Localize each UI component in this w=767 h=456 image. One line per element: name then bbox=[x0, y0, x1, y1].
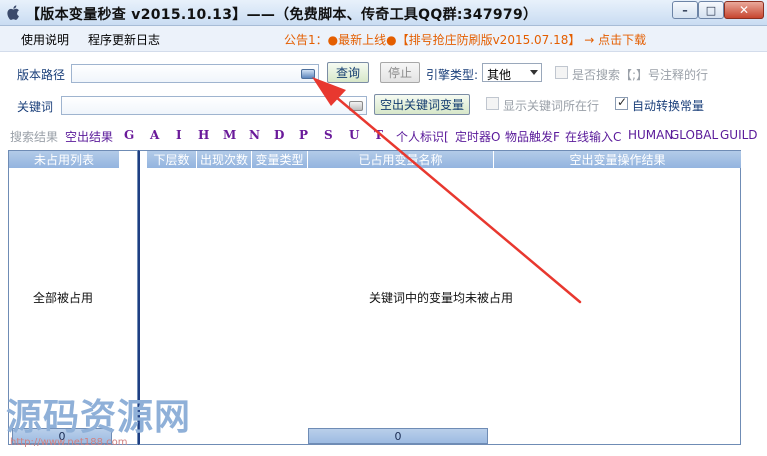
minimize-icon: – bbox=[682, 3, 688, 17]
result-tab-human[interactable]: HUMAN bbox=[628, 128, 673, 142]
result-tab-p[interactable]: P bbox=[299, 128, 308, 142]
column-header-occurrences[interactable]: 出现次数 bbox=[197, 151, 252, 168]
window-title: 【版本变量秒查 v2015.10.13】——（免费脚本、传奇工具QQ群:3479… bbox=[26, 7, 538, 23]
result-tab-m[interactable]: M bbox=[223, 128, 236, 142]
watermark-text: 源码资源网 bbox=[6, 397, 192, 438]
column-header-used-variable-name[interactable]: 已占用变量名称 bbox=[308, 151, 494, 168]
result-tab-d[interactable]: D bbox=[274, 128, 284, 142]
result-tab-t[interactable]: T bbox=[374, 128, 383, 142]
result-tab-n[interactable]: N bbox=[249, 128, 260, 142]
engine-type-value: 其他 bbox=[487, 68, 512, 82]
maximize-button[interactable]: □ bbox=[698, 1, 724, 19]
menu-item-changelog[interactable]: 程序更新日志 bbox=[88, 31, 160, 48]
keyword-input[interactable] bbox=[61, 96, 367, 115]
column-header-variable-type[interactable]: 变量类型 bbox=[252, 151, 308, 168]
close-icon: ✕ bbox=[738, 3, 750, 17]
apple-app-icon bbox=[7, 5, 19, 20]
query-button[interactable]: 查询 bbox=[327, 62, 369, 83]
column-header-layer[interactable]: 下层数 bbox=[147, 151, 197, 168]
search-commented-label: 是否搜索【;】号注释的行 bbox=[572, 68, 709, 82]
result-tab-empty[interactable]: 空出结果 bbox=[65, 128, 113, 145]
search-results-bar: 搜索结果 空出结果 G A I H M N D P S U T 个人标识[ 定时… bbox=[0, 125, 767, 147]
results-count-cell: 0 bbox=[308, 428, 488, 444]
watermark-url: http://www.net188.com bbox=[10, 437, 128, 448]
unused-list-header[interactable]: 未占用列表 bbox=[9, 151, 120, 168]
stop-button[interactable]: 停止 bbox=[380, 62, 420, 83]
result-tab-online-input[interactable]: 在线输入C bbox=[565, 128, 621, 145]
menu-bar: 使用说明 程序更新日志 公告1：●最新上线●【排号抢庄防刷版v2015.07.1… bbox=[0, 26, 767, 52]
minimize-button[interactable]: – bbox=[672, 1, 698, 19]
keyword-label: 关键词 bbox=[17, 100, 54, 114]
maximize-icon: □ bbox=[705, 3, 717, 17]
close-button[interactable]: ✕ bbox=[724, 1, 764, 19]
version-path-label: 版本路径 bbox=[17, 68, 66, 82]
search-commented-checkbox[interactable] bbox=[555, 66, 568, 79]
result-tab-personal-id[interactable]: 个人标识[ bbox=[396, 128, 449, 145]
keyword-browse-button[interactable] bbox=[349, 101, 363, 111]
engine-type-label: 引擎类型: bbox=[426, 68, 479, 82]
results-table-panel[interactable]: 下层数 出现次数 变量类型 已占用变量名称 空出变量操作结果 关键词中的变量均未… bbox=[138, 150, 742, 445]
result-tab-item-trigger[interactable]: 物品触发F bbox=[505, 128, 560, 145]
version-path-input[interactable] bbox=[71, 64, 319, 83]
show-keyword-lines-label: 显示关键词所在行 bbox=[503, 99, 600, 113]
result-tab-s[interactable]: S bbox=[324, 128, 333, 142]
result-tab-u[interactable]: U bbox=[349, 128, 359, 142]
empty-keyword-variables-button[interactable]: 空出关键词变量 bbox=[374, 94, 470, 115]
engine-type-select[interactable]: 其他 bbox=[482, 63, 542, 82]
result-tab-global[interactable]: GLOBAL bbox=[670, 128, 718, 142]
result-tab-timer[interactable]: 定时器O bbox=[455, 128, 500, 145]
result-tab-guild[interactable]: GUILD bbox=[720, 128, 758, 142]
unused-list-empty-message: 全部被占用 bbox=[33, 291, 94, 305]
announcement-link[interactable]: 公告1：●最新上线●【排号抢庄防刷版v2015.07.18】 → 点击下载 bbox=[284, 31, 646, 48]
show-keyword-lines-checkbox[interactable] bbox=[486, 97, 499, 110]
results-empty-message: 关键词中的变量均未被占用 bbox=[369, 291, 514, 305]
chevron-down-icon bbox=[530, 70, 538, 75]
auto-convert-label: 自动转换常量 bbox=[632, 99, 705, 113]
result-tab-i[interactable]: I bbox=[176, 128, 182, 142]
result-tab-a[interactable]: A bbox=[150, 128, 159, 142]
title-bar: 【版本变量秒查 v2015.10.13】——（免费脚本、传奇工具QQ群:3479… bbox=[0, 0, 767, 26]
result-tab-h[interactable]: H bbox=[198, 128, 209, 142]
results-title: 搜索结果 bbox=[10, 130, 59, 144]
result-tab-g[interactable]: G bbox=[124, 128, 134, 142]
column-header-operation-result[interactable]: 空出变量操作结果 bbox=[494, 151, 742, 168]
auto-convert-checkbox[interactable] bbox=[615, 95, 628, 110]
browse-folder-button[interactable] bbox=[301, 69, 315, 79]
menu-item-help[interactable]: 使用说明 bbox=[21, 31, 69, 48]
